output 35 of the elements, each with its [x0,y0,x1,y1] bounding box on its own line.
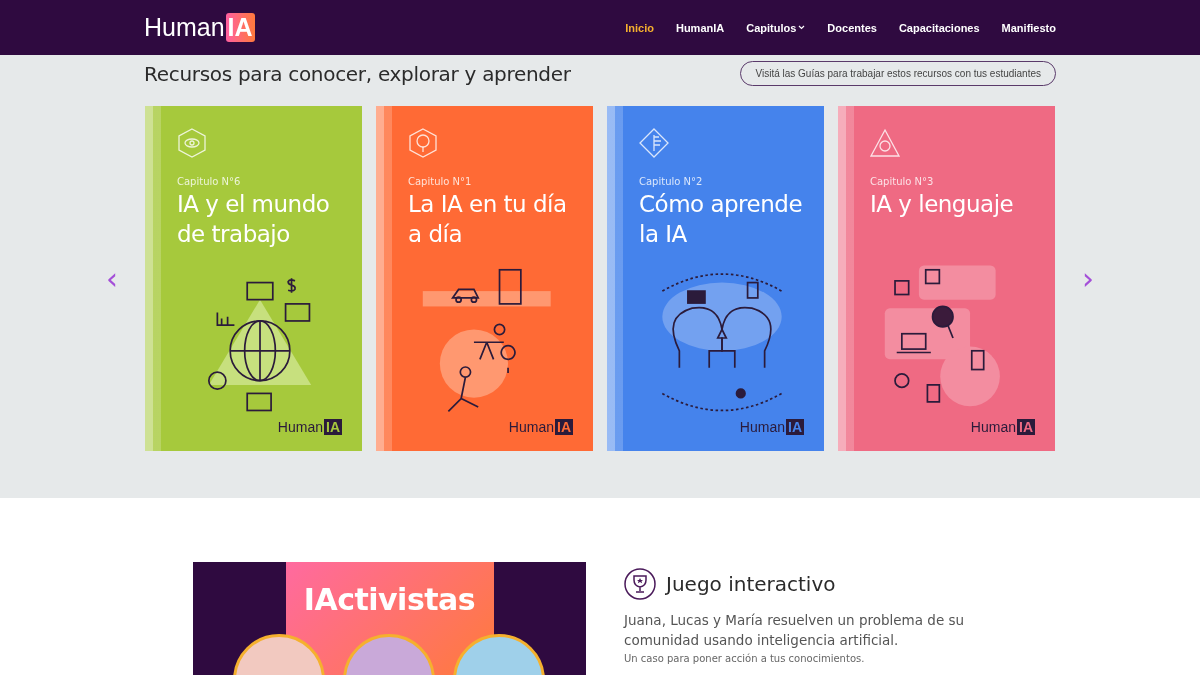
chapter-emblem-icon [639,128,669,158]
game-description: Juana, Lucas y María resuelven un problema de su comunidad usando inteligencia artificial. [624,611,966,650]
nav-link[interactable]: Capitulos [746,21,806,34]
chapter-title: La IA en tu día a día [408,190,568,249]
game-heading: Juego interactivo [666,572,836,596]
chapter-number: Capitulo N°2 [639,176,704,187]
chapter-title: IA y lenguaje [870,190,1015,219]
chapter-number: Capitulo N°3 [870,176,935,187]
nav-link[interactable]: Capacitaciones [898,21,980,34]
nav-link[interactable]: HumanIA [675,21,725,34]
book-cover[interactable]: Capitulo N°1 La IA en tu día a día Human IA [376,106,593,451]
chapter-title: IA y el mundo de trabajo [177,190,331,249]
previous-button[interactable]: ‹ [102,263,122,294]
book-cover[interactable]: Capitulo N°3 IA y lenguaje Human IA [838,106,1055,451]
game-subtitle: Un caso para poner acción a tus conocimientos. [624,653,866,665]
chapter-number: Capitulo N°6 [177,176,242,187]
book-cover[interactable]: Capitulo N°6 IA y el mundo de trabajo Human IA [145,106,362,451]
chapter-emblem-icon [177,128,207,158]
brand-logo: Human IA [970,419,1035,435]
trophy-icon [624,568,656,600]
brand-logo: Human IA [508,419,573,435]
chapter-number: Capitulo N°1 [408,176,473,187]
nav-link[interactable]: Docentes [827,21,877,34]
nav-link[interactable]: Inicio [625,21,654,34]
chapter-title: Cómo aprende la IA [639,190,804,249]
banner-title: IActivistas [303,582,476,619]
brand-logo: Human IA [739,419,804,435]
site-logo[interactable]: Human IA [144,13,255,42]
nav-link[interactable]: Manifiesto [1001,21,1056,34]
chapter-emblem-icon [870,128,900,158]
book-cover[interactable]: Capitulo N°2 Cómo aprende la IA Human IA [607,106,824,451]
section-heading: Recursos para conocer, explorar y aprender [144,61,571,86]
next-button[interactable]: › [1078,263,1098,294]
brand-logo: Human IA [277,419,342,435]
chapter-emblem-icon [408,128,438,158]
